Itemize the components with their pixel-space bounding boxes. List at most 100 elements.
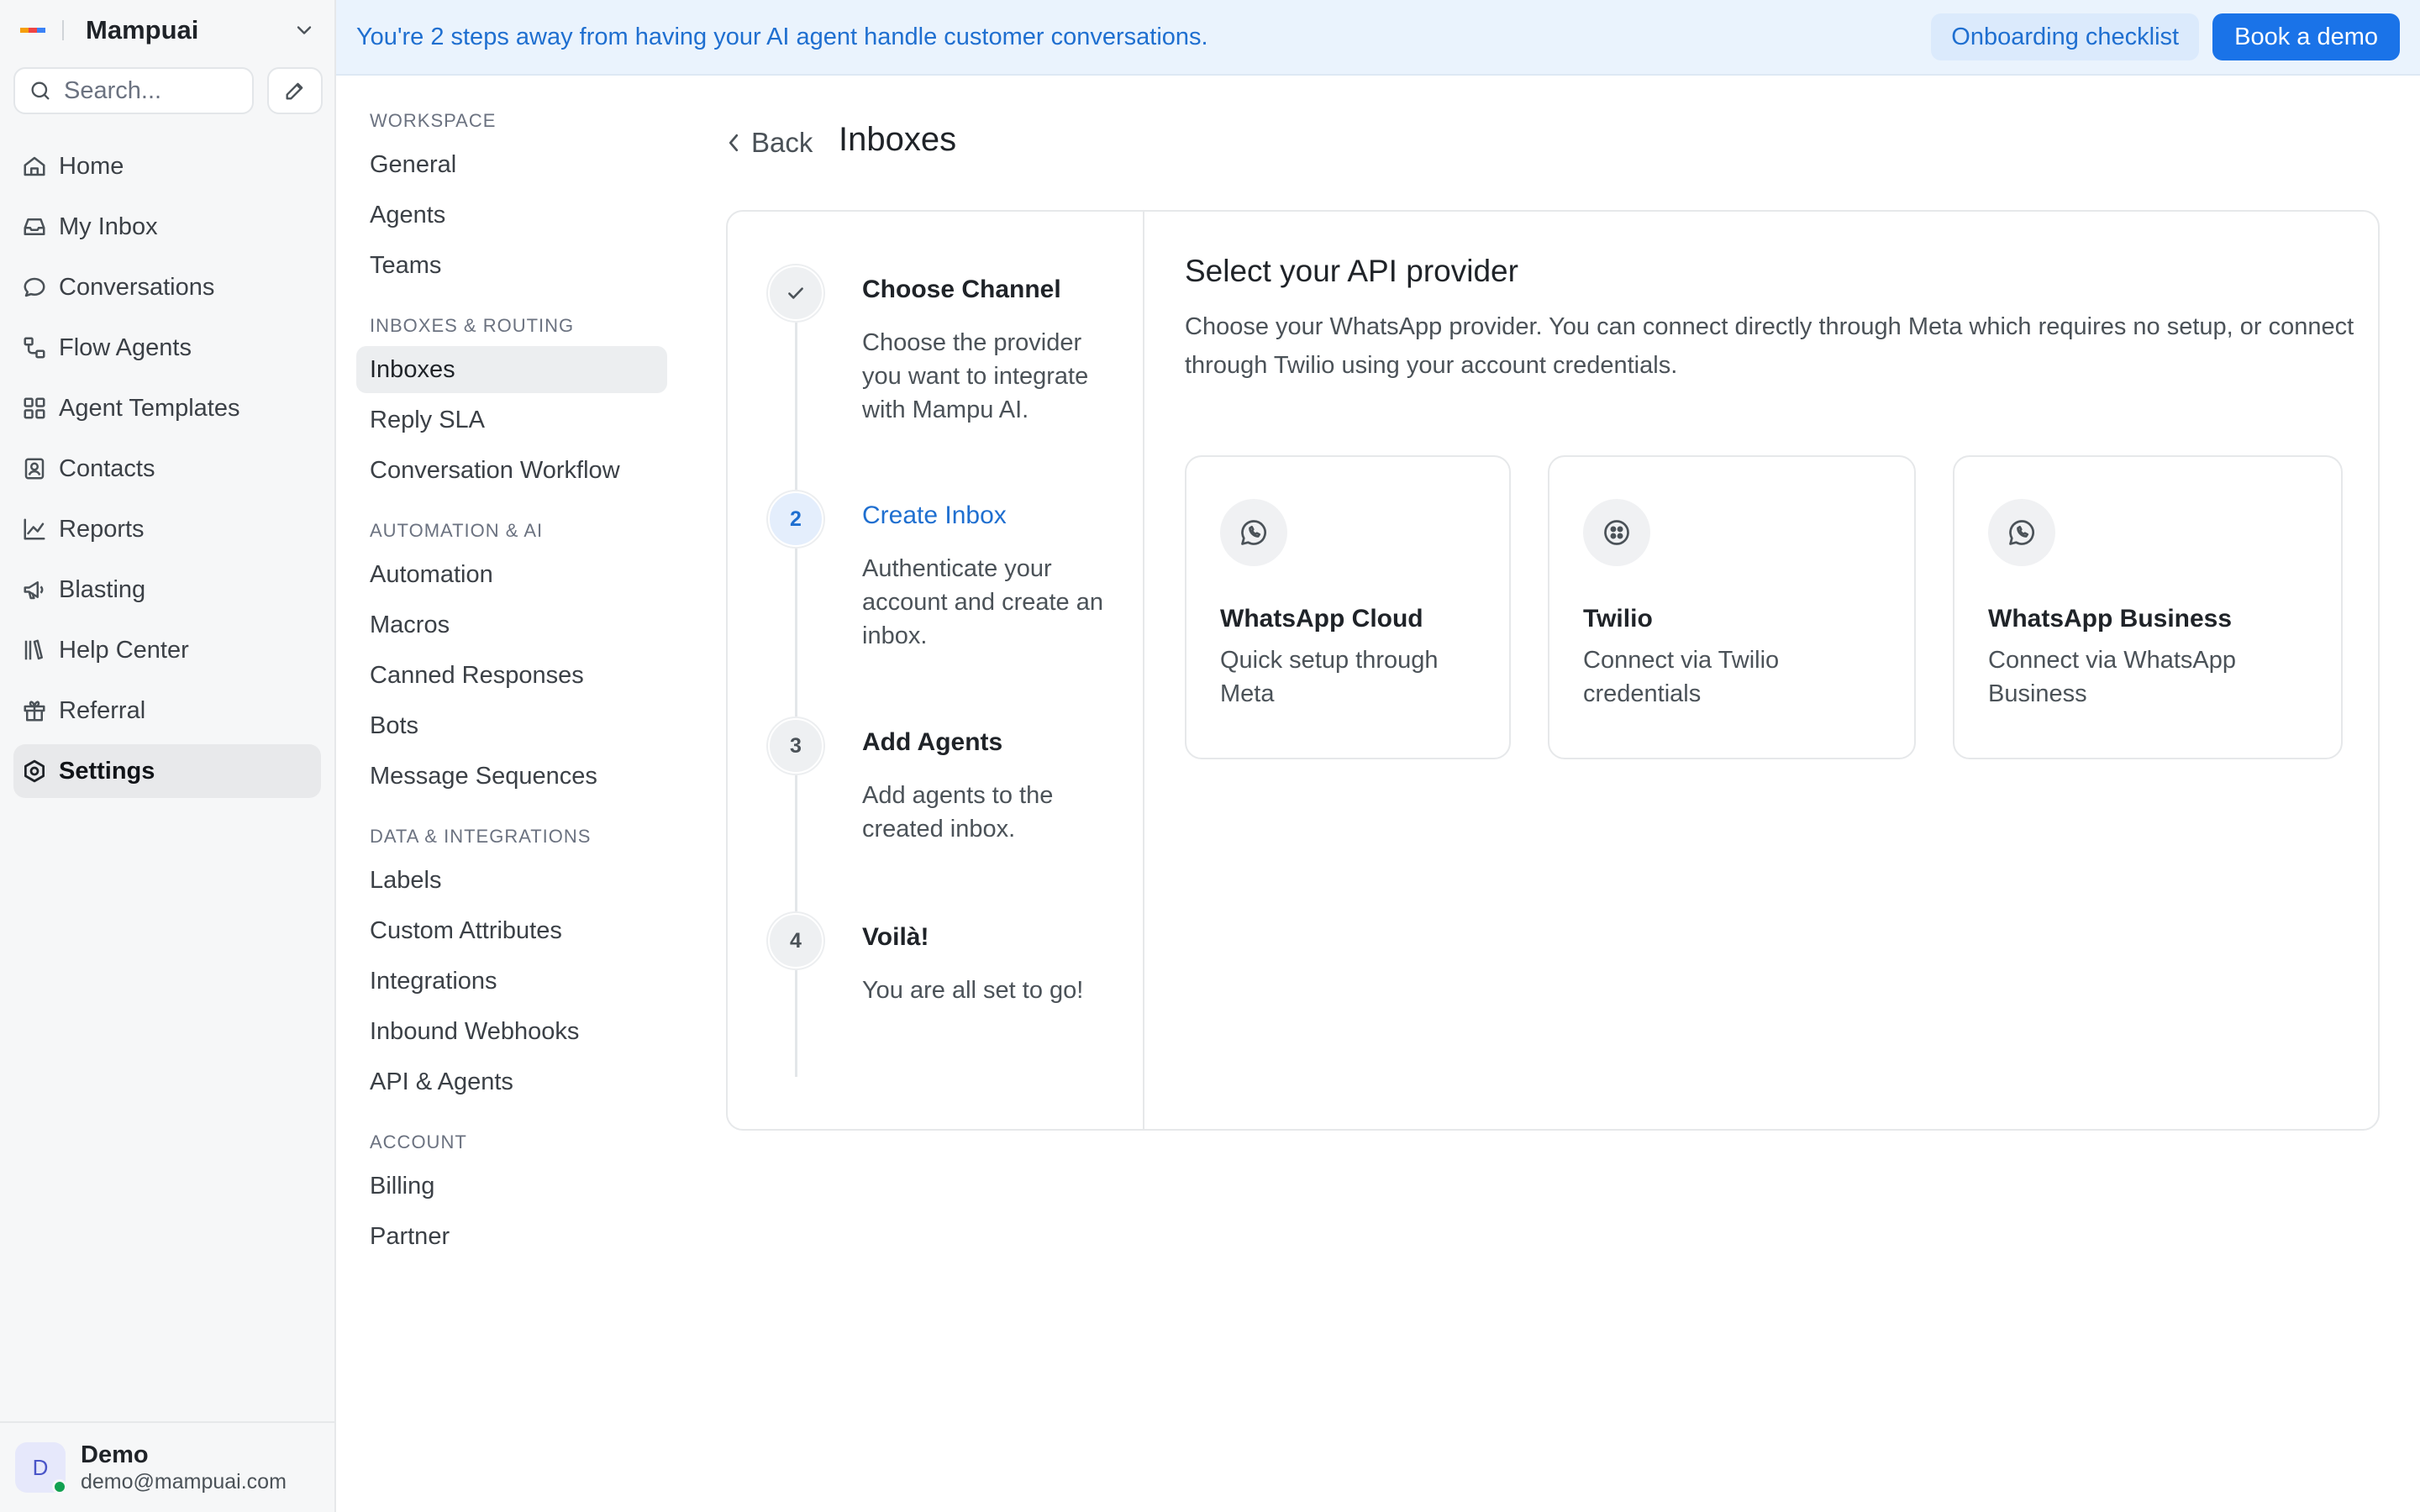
search-input[interactable]: Search...: [13, 67, 254, 114]
workspace-logo: [20, 28, 45, 33]
nav-label: Blasting: [59, 575, 146, 603]
settings-item-inbound-webhooks[interactable]: Inbound Webhooks: [356, 1008, 667, 1055]
chart-icon: [22, 517, 47, 542]
nav-item-conversations[interactable]: Conversations: [13, 260, 321, 314]
settings-item-inboxes[interactable]: Inboxes: [356, 346, 667, 393]
settings-item-general[interactable]: General: [356, 141, 667, 188]
step-marker: [768, 265, 823, 321]
nav-label: Contacts: [59, 454, 155, 482]
step-title: Add Agents: [862, 728, 1003, 756]
workspace-divider: [62, 20, 64, 40]
compose-button[interactable]: [267, 67, 323, 114]
nav-label: Conversations: [59, 273, 215, 301]
nav-item-blasting[interactable]: Blasting: [13, 563, 321, 617]
workspace-switcher[interactable]: Mampuai: [20, 12, 316, 49]
whatsapp-icon: [1220, 499, 1287, 566]
settings-item-billing[interactable]: Billing: [356, 1163, 667, 1210]
workspace-name: Mampuai: [86, 15, 199, 45]
settings-nav: WORKSPACE General Agents Teams INBOXES &…: [356, 101, 667, 1263]
grid-icon: [22, 396, 47, 421]
provider-description: Choose your WhatsApp provider. You can c…: [1185, 313, 2354, 379]
banner-message: You're 2 steps away from having your AI …: [356, 23, 1208, 50]
nav-label: Home: [59, 152, 124, 180]
nav-item-agent-templates[interactable]: Agent Templates: [13, 381, 321, 435]
check-icon: [785, 282, 807, 304]
gift-icon: [22, 698, 47, 723]
nav-item-flow-agents[interactable]: Flow Agents: [13, 321, 321, 375]
user-email: demo@mampuai.com: [81, 1470, 287, 1494]
whatsapp-icon: [1988, 499, 2055, 566]
provider-card-whatsapp-cloud[interactable]: WhatsApp Cloud Quick setup through Meta: [1185, 455, 1511, 759]
provider-card-title: WhatsApp Cloud: [1220, 605, 1423, 633]
provider-heading: Select your API provider: [1185, 254, 1518, 288]
provider-section: Select your API provider Choose your Wha…: [1185, 254, 2354, 385]
chat-icon: [22, 275, 47, 300]
chevron-left-icon: [724, 130, 743, 155]
settings-item-macros[interactable]: Macros: [356, 601, 667, 648]
nav-item-my-inbox[interactable]: My Inbox: [13, 200, 321, 254]
provider-card-desc: Quick setup through Meta: [1220, 647, 1439, 707]
nav-label: Agent Templates: [59, 394, 240, 422]
settings-item-api-agents[interactable]: API & Agents: [356, 1058, 667, 1105]
step-marker: 4: [768, 913, 823, 969]
nav-item-help-center[interactable]: Help Center: [13, 623, 321, 677]
settings-icon: [22, 759, 47, 784]
section-title: INBOXES & ROUTING: [370, 315, 575, 336]
nav-item-reports[interactable]: Reports: [13, 502, 321, 556]
nav-item-settings[interactable]: Settings: [13, 744, 321, 798]
megaphone-icon: [22, 577, 47, 602]
book-demo-button[interactable]: Book a demo: [2212, 13, 2400, 60]
inbox-icon: [22, 214, 47, 239]
main-nav: Home My Inbox Conversations Flow Agents …: [13, 139, 321, 805]
step-title: Choose Channel: [862, 276, 1061, 303]
nav-label: Reports: [59, 515, 145, 543]
section-title: ACCOUNT: [370, 1131, 467, 1152]
chevron-down-icon[interactable]: [292, 18, 316, 42]
library-icon: [22, 638, 47, 663]
settings-item-agents[interactable]: Agents: [356, 192, 667, 239]
provider-card-desc: Connect via WhatsApp Business: [1988, 647, 2236, 707]
wizard-steps: Choose Channel Choose the provider you w…: [728, 212, 1144, 1129]
settings-item-labels[interactable]: Labels: [356, 857, 667, 904]
nav-label: Help Center: [59, 636, 189, 664]
nav-item-contacts[interactable]: Contacts: [13, 442, 321, 496]
page-title: Inboxes: [839, 121, 957, 158]
settings-item-message-sequences[interactable]: Message Sequences: [356, 753, 667, 800]
settings-item-reply-sla[interactable]: Reply SLA: [356, 396, 667, 444]
provider-card-twilio[interactable]: Twilio Connect via Twilio credentials: [1548, 455, 1916, 759]
step-description: Choose the provider you want to integrat…: [862, 329, 1089, 423]
user-profile[interactable]: D Demo demo@mampuai.com: [0, 1421, 334, 1512]
nav-item-home[interactable]: Home: [13, 139, 321, 193]
online-status-dot: [52, 1479, 67, 1494]
step-title: Create Inbox: [862, 501, 1007, 529]
settings-item-custom-attributes[interactable]: Custom Attributes: [356, 907, 667, 954]
nav-item-referral[interactable]: Referral: [13, 684, 321, 738]
back-label: Back: [751, 127, 813, 158]
step-title: Voilà!: [862, 923, 929, 951]
step-description: You are all set to go!: [862, 977, 1084, 1004]
settings-item-automation[interactable]: Automation: [356, 551, 667, 598]
settings-item-integrations[interactable]: Integrations: [356, 958, 667, 1005]
nav-label: My Inbox: [59, 213, 158, 240]
avatar-initial: D: [32, 1454, 49, 1480]
settings-item-conversation-workflow[interactable]: Conversation Workflow: [356, 447, 667, 494]
settings-item-bots[interactable]: Bots: [356, 702, 667, 749]
step-marker: 2: [768, 491, 823, 547]
provider-card-desc: Connect via Twilio credentials: [1583, 647, 1780, 707]
provider-card-whatsapp-business[interactable]: WhatsApp Business Connect via WhatsApp B…: [1953, 455, 2343, 759]
section-title: AUTOMATION & AI: [370, 520, 544, 541]
twilio-icon: [1583, 499, 1650, 566]
search-placeholder: Search...: [64, 76, 162, 104]
settings-item-canned-responses[interactable]: Canned Responses: [356, 652, 667, 699]
settings-item-teams[interactable]: Teams: [356, 242, 667, 289]
step-description: Add agents to the created inbox.: [862, 782, 1054, 843]
contacts-icon: [22, 456, 47, 481]
nav-label: Referral: [59, 696, 146, 724]
step-marker: 3: [768, 718, 823, 774]
settings-item-partner[interactable]: Partner: [356, 1213, 667, 1260]
nav-label: Flow Agents: [59, 333, 192, 361]
back-button[interactable]: Back: [724, 123, 813, 163]
provider-card-title: Twilio: [1583, 605, 1653, 633]
pencil-icon: [283, 79, 307, 102]
onboarding-checklist-button[interactable]: Onboarding checklist: [1931, 13, 2200, 60]
